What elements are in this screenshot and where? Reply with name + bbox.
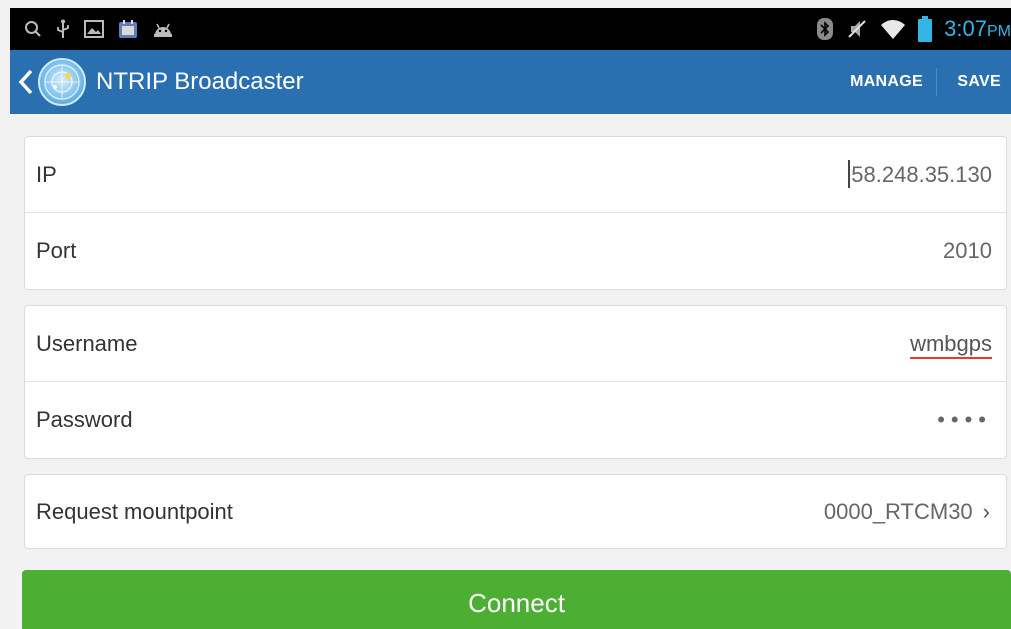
chevron-right-icon: › <box>982 499 990 524</box>
manage-button[interactable]: MANAGE <box>850 50 923 114</box>
password-row[interactable]: Password •••• <box>25 382 1006 458</box>
radar-icon <box>44 64 80 100</box>
username-label: Username <box>36 331 138 356</box>
gallery-icon <box>84 20 104 38</box>
clock: 3:07PM <box>944 16 1011 42</box>
status-notification-icons <box>24 8 174 50</box>
mountpoint-selector[interactable]: 0000_RTCM30 › <box>824 475 990 548</box>
mute-icon <box>848 20 866 38</box>
account-settings-card: Username wmbgps Password •••• <box>24 305 1007 459</box>
server-settings-card: IP 58.248.35.130 Port 2010 <box>24 136 1007 290</box>
username-value: wmbgps <box>910 331 992 356</box>
port-input[interactable]: 2010 <box>943 213 992 289</box>
bluetooth-icon <box>817 18 834 40</box>
connect-button[interactable]: Connect <box>22 570 1011 629</box>
android-icon <box>154 23 172 37</box>
clock-ampm: PM <box>987 23 1011 40</box>
battery-icon <box>918 16 933 42</box>
ip-label: IP <box>36 162 57 187</box>
back-chevron-icon[interactable] <box>16 68 36 96</box>
status-system-icons: 3:07PM <box>816 8 1011 50</box>
password-label: Password <box>36 407 133 432</box>
app-title: NTRIP Broadcaster <box>96 68 304 95</box>
port-label: Port <box>36 238 77 263</box>
save-button[interactable]: SAVE <box>957 50 1001 114</box>
mountpoint-row[interactable]: Request mountpoint 0000_RTCM30 › <box>25 475 1006 548</box>
ip-row[interactable]: IP 58.248.35.130 <box>25 137 1006 213</box>
calendar-icon <box>119 20 137 38</box>
search-icon <box>25 21 41 37</box>
ip-input[interactable]: 58.248.35.130 <box>848 137 992 213</box>
mountpoint-value: 0000_RTCM30 <box>823 499 973 524</box>
wifi-icon <box>881 20 906 39</box>
username-row[interactable]: Username wmbgps <box>25 306 1006 382</box>
text-cursor <box>848 160 851 188</box>
password-input[interactable]: •••• <box>937 382 992 458</box>
status-bar: 3:07PM <box>10 8 1011 50</box>
mountpoint-card: Request mountpoint 0000_RTCM30 › <box>24 474 1007 549</box>
clock-time: 3:07 <box>944 16 987 41</box>
ip-value: 58.248.35.130 <box>851 162 992 187</box>
action-divider <box>936 68 937 96</box>
usb-icon <box>57 19 69 38</box>
app-logo-icon[interactable] <box>38 58 86 106</box>
port-row[interactable]: Port 2010 <box>25 213 1006 289</box>
username-input[interactable]: wmbgps <box>910 306 992 382</box>
app-bar: NTRIP Broadcaster MANAGE SAVE <box>10 50 1011 114</box>
mountpoint-label: Request mountpoint <box>36 499 233 524</box>
